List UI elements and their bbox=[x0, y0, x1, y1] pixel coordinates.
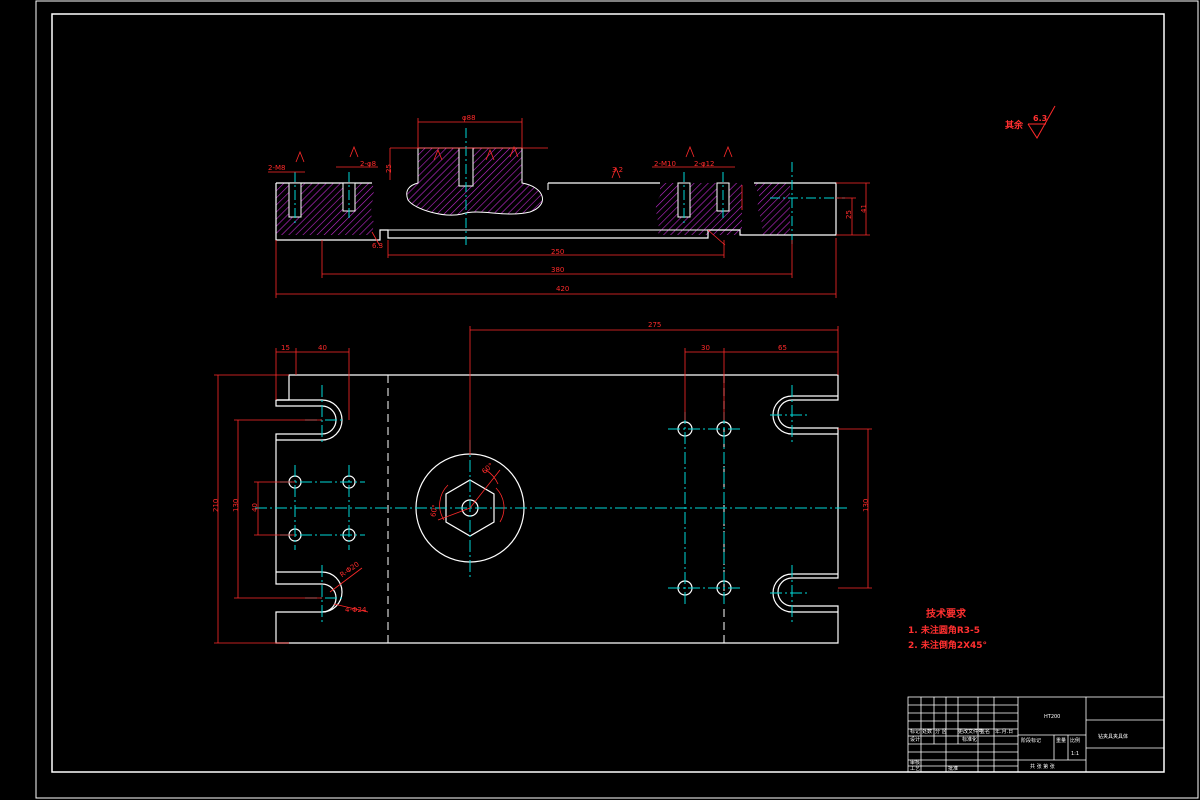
angle-a: 60° bbox=[480, 462, 495, 476]
roughness-6-3: 6.3 bbox=[372, 242, 383, 250]
label-2-phi8: 2-φ8 bbox=[360, 160, 376, 168]
tb-c3: 分 区 bbox=[935, 728, 947, 735]
material-label: HT200 bbox=[1044, 714, 1060, 720]
tb-standard: 标准化 bbox=[962, 736, 977, 743]
dim-phi88: φ88 bbox=[462, 114, 476, 122]
dim-inner-130: 130 bbox=[232, 499, 240, 512]
part-name: 钻夹具夹具体 bbox=[1098, 733, 1128, 740]
dim-210: 210 bbox=[212, 499, 220, 512]
tb-stage: 阶段标记 bbox=[1021, 737, 1041, 744]
tb-design: 设计 bbox=[910, 736, 920, 743]
dim-41: 41 bbox=[860, 204, 868, 213]
dim-25: 25 bbox=[845, 210, 853, 219]
dim-15: 15 bbox=[281, 344, 290, 352]
title-block-text: HT200 钻夹具夹具体 标记 处数 分 区 更改文件号 签名 年.月.日 设计… bbox=[910, 714, 1128, 772]
roughness-3-2: 3.2 bbox=[612, 166, 623, 174]
tb-weight: 重量 bbox=[1056, 737, 1066, 744]
label-2-phi12: 2-φ12 bbox=[694, 160, 715, 168]
roughness-label: 其余 bbox=[1005, 119, 1024, 131]
plan-outline bbox=[275, 374, 839, 644]
inner-frame bbox=[51, 13, 1165, 773]
dim-right-130: 130 bbox=[862, 499, 870, 512]
cad-drawing-canvas: 420 380 250 φ88 41 25 25 2-M8 2-φ8 2-M10… bbox=[35, 0, 1199, 799]
dim-65: 65 bbox=[778, 344, 787, 352]
dim-30: 30 bbox=[701, 344, 710, 352]
tech-item-1: 1. 未注圆角R3-5 bbox=[908, 624, 980, 636]
u-slot-bottom-left bbox=[276, 571, 343, 613]
section-view: 420 380 250 φ88 41 25 25 2-M8 2-φ8 2-M10… bbox=[268, 114, 870, 298]
label-2-m8: 2-M8 bbox=[268, 164, 285, 172]
dim-250: 250 bbox=[551, 248, 564, 256]
plan-view: 275 15 40 30 65 210 130 40 130 R-Φ20 4-Φ… bbox=[212, 321, 872, 644]
dim-40-vertical: 40 bbox=[251, 503, 259, 512]
tb-review: 审核 bbox=[910, 759, 920, 766]
tb-ratio: 比例 bbox=[1070, 737, 1080, 744]
tb-c1: 标记 bbox=[910, 728, 920, 735]
tb-c5: 签名 bbox=[980, 728, 990, 735]
hatch-center-boss bbox=[406, 147, 543, 216]
tb-process: 工艺 bbox=[910, 766, 920, 772]
dim-275: 275 bbox=[648, 321, 661, 329]
label-slot-phi24: 4-Φ24 bbox=[345, 606, 367, 614]
tech-title: 技术要求 bbox=[926, 607, 967, 620]
dim-380: 380 bbox=[551, 266, 564, 274]
technical-requirements: 技术要求 1. 未注圆角R3-5 2. 未注倒角2X45° bbox=[908, 607, 987, 651]
tech-item-2: 2. 未注倒角2X45° bbox=[908, 639, 987, 651]
tb-c2: 处数 bbox=[922, 728, 932, 735]
general-roughness: 其余 6.3 bbox=[1005, 105, 1056, 139]
roughness-value: 6.3 bbox=[1033, 114, 1047, 123]
dim-420: 420 bbox=[556, 285, 569, 293]
tb-sheet: 共 张 第 张 bbox=[1030, 763, 1055, 770]
dim-40: 40 bbox=[318, 344, 327, 352]
tb-approve: 批准 bbox=[948, 765, 958, 772]
hatch-right-outer bbox=[754, 183, 790, 235]
tb-c6: 年.月.日 bbox=[995, 728, 1013, 735]
label-slot-r: R-Φ20 bbox=[339, 560, 361, 579]
dim-side-25: 25 bbox=[385, 164, 393, 173]
label-2-m10: 2-M10 bbox=[654, 160, 676, 168]
tb-scale: 1:1 bbox=[1071, 751, 1079, 757]
outer-frame bbox=[35, 0, 1199, 799]
angle-b: 60° bbox=[429, 504, 439, 518]
